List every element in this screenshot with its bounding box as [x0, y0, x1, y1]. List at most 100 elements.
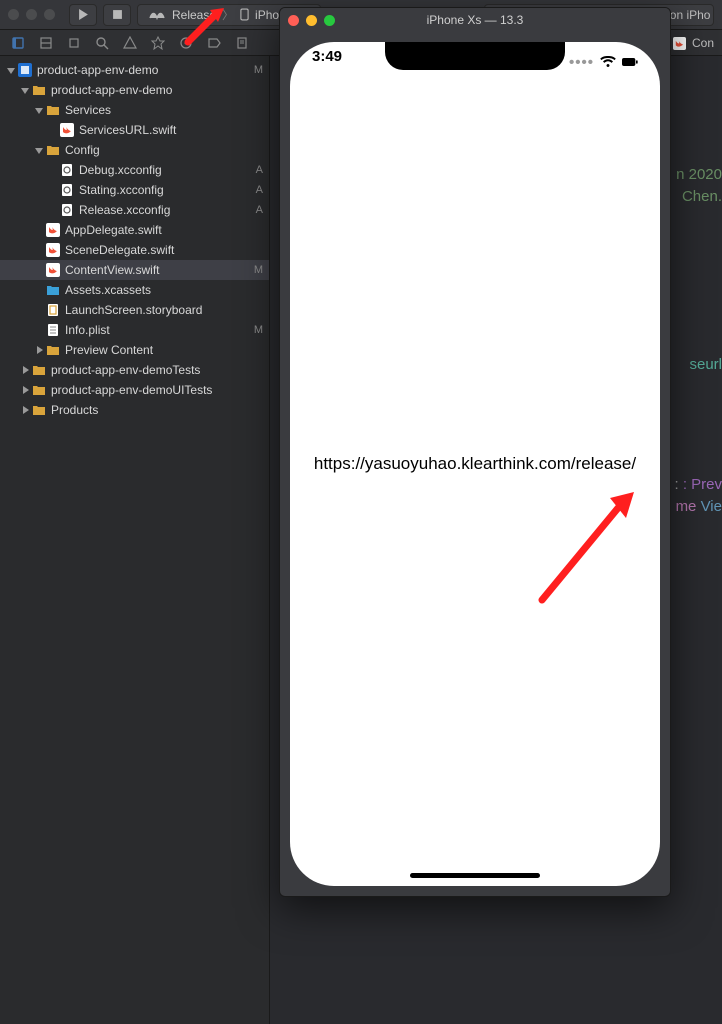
xcodeproj-icon [18, 63, 32, 77]
stop-button[interactable] [103, 4, 131, 26]
file-label: AppDelegate.swift [65, 223, 263, 237]
group-services[interactable]: Services [0, 100, 269, 120]
swift-file-icon [46, 263, 60, 277]
file-label: Info.plist [65, 323, 250, 337]
group-label: product-app-env-demo [51, 83, 263, 97]
file-xcconfig[interactable]: Debug.xcconfig A [0, 160, 269, 180]
window-zoom-dot[interactable] [44, 9, 55, 20]
code-fragment: me Vie [676, 498, 722, 515]
window-minimize-dot[interactable] [26, 9, 37, 20]
group-app[interactable]: product-app-env-demo [0, 80, 269, 100]
file-swift-selected[interactable]: ContentView.swift M [0, 260, 269, 280]
group-uitests[interactable]: product-app-env-demoUITests [0, 380, 269, 400]
find-navigator-icon[interactable] [94, 35, 110, 51]
group-label: Preview Content [65, 343, 263, 357]
debug-navigator-icon[interactable] [178, 35, 194, 51]
folder-icon [32, 383, 46, 397]
assets-folder-icon [46, 283, 60, 297]
file-label: SceneDelegate.swift [65, 243, 263, 257]
simulator-traffic-lights [288, 15, 335, 26]
disclosure-triangle-closed-icon[interactable] [20, 385, 30, 395]
disclosure-triangle-closed-icon[interactable] [20, 365, 30, 375]
report-navigator-icon[interactable] [234, 35, 250, 51]
scm-badge: M [254, 324, 263, 336]
scm-badge: A [256, 164, 263, 176]
xcconfig-file-icon [60, 203, 74, 217]
file-label: Release.xcconfig [79, 203, 252, 217]
file-plist[interactable]: Info.plist M [0, 320, 269, 340]
file-servicesurl[interactable]: ServicesURL.swift [0, 120, 269, 140]
swift-file-icon [46, 223, 60, 237]
source-control-navigator-icon[interactable] [38, 35, 54, 51]
storyboard-file-icon [46, 303, 60, 317]
group-preview-content[interactable]: Preview Content [0, 340, 269, 360]
breakpoint-navigator-icon[interactable] [206, 35, 222, 51]
code-fragment: Chen. [682, 188, 722, 205]
file-label: LaunchScreen.storyboard [65, 303, 263, 317]
swift-file-icon [46, 243, 60, 257]
app-content: https://yasuoyuhao.klearthink.com/releas… [290, 42, 660, 886]
folder-icon [32, 83, 46, 97]
run-button[interactable] [69, 4, 97, 26]
code-fragment: n 2020 [676, 166, 722, 183]
test-navigator-icon[interactable] [150, 35, 166, 51]
file-label: Debug.xcconfig [79, 163, 252, 177]
file-xcconfig[interactable]: Release.xcconfig A [0, 200, 269, 220]
group-label: product-app-env-demoTests [51, 363, 263, 377]
window-zoom-icon[interactable] [324, 15, 335, 26]
group-label: product-app-env-demoUITests [51, 383, 263, 397]
file-storyboard[interactable]: LaunchScreen.storyboard [0, 300, 269, 320]
group-tests[interactable]: product-app-env-demoTests [0, 360, 269, 380]
file-swift[interactable]: AppDelegate.swift [0, 220, 269, 240]
scheme-name: Release [172, 8, 216, 22]
group-products[interactable]: Products [0, 400, 269, 420]
code-fragment: seurl [689, 356, 722, 373]
group-label: Config [65, 143, 263, 157]
file-assets[interactable]: Assets.xcassets [0, 280, 269, 300]
project-navigator-icon[interactable] [10, 35, 26, 51]
ios-simulator-window[interactable]: iPhone Xs — 13.3 3:49 •••• https://yasuo… [279, 7, 671, 897]
folder-icon [46, 343, 60, 357]
disclosure-triangle-open-icon[interactable] [6, 65, 16, 75]
scm-badge: A [256, 204, 263, 216]
issue-navigator-icon[interactable] [122, 35, 138, 51]
disclosure-triangle-open-icon[interactable] [34, 145, 44, 155]
disclosure-triangle-open-icon[interactable] [34, 105, 44, 115]
file-label: Assets.xcassets [65, 283, 263, 297]
file-xcconfig[interactable]: Stating.xcconfig A [0, 180, 269, 200]
plist-file-icon [46, 323, 60, 337]
group-label: Services [65, 103, 263, 117]
swift-file-icon [673, 37, 686, 50]
scm-badge: A [256, 184, 263, 196]
file-label: ContentView.swift [65, 263, 250, 277]
window-close-icon[interactable] [288, 15, 299, 26]
app-url-text: https://yasuoyuhao.klearthink.com/releas… [314, 454, 636, 474]
simulator-title: iPhone Xs — 13.3 [427, 13, 524, 27]
home-indicator [410, 873, 540, 878]
simulated-phone-screen[interactable]: 3:49 •••• https://yasuoyuhao.klearthink.… [290, 42, 660, 886]
simulator-titlebar[interactable]: iPhone Xs — 13.3 [280, 8, 670, 32]
symbol-navigator-icon[interactable] [66, 35, 82, 51]
group-config[interactable]: Config [0, 140, 269, 160]
disclosure-triangle-open-icon[interactable] [20, 85, 30, 95]
scheme-icon [148, 10, 166, 20]
scm-badge: M [254, 264, 263, 276]
xcconfig-file-icon [60, 183, 74, 197]
group-label: Products [51, 403, 263, 417]
window-close-dot[interactable] [8, 9, 19, 20]
chevron-right-icon: 〉 [222, 6, 234, 23]
swift-file-icon [60, 123, 74, 137]
disclosure-triangle-closed-icon[interactable] [34, 345, 44, 355]
device-icon [240, 8, 249, 21]
folder-icon [46, 103, 60, 117]
project-name-label: product-app-env-demo [37, 63, 250, 77]
folder-icon [32, 403, 46, 417]
scm-badge: M [254, 64, 263, 76]
disclosure-triangle-closed-icon[interactable] [20, 405, 30, 415]
code-fragment: : : Prev [674, 476, 722, 493]
project-root[interactable]: product-app-env-demo M [0, 60, 269, 80]
window-minimize-icon[interactable] [306, 15, 317, 26]
file-label: Stating.xcconfig [79, 183, 252, 197]
project-navigator[interactable]: product-app-env-demo M product-app-env-d… [0, 56, 270, 1024]
file-swift[interactable]: SceneDelegate.swift [0, 240, 269, 260]
